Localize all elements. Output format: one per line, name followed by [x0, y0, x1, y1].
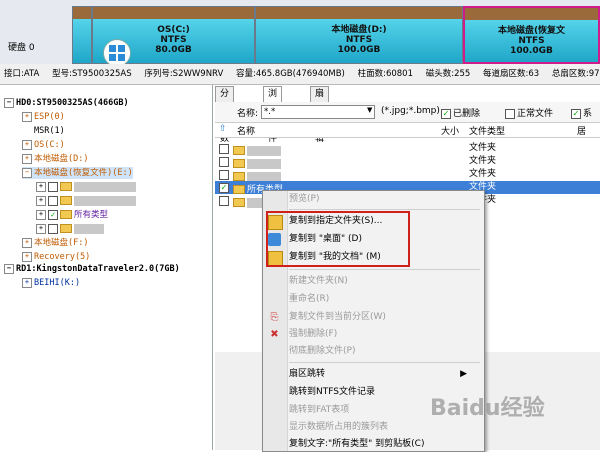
menu-jump-ntfs[interactable]: 跳转到NTFS文件记录 [289, 384, 375, 400]
watermark: Baidu经验 [430, 396, 545, 421]
tab-partition-params[interactable]: 分区参数 [215, 86, 235, 144]
copy-icon: ⎘ [270, 312, 279, 323]
menu-new-folder[interactable]: 新建文件夹(N) [289, 273, 348, 289]
tree-node-folder-3[interactable]: + [36, 223, 104, 235]
file-list-header: ⇧ 名称 大小 文件类型 居 [215, 123, 600, 138]
info-interface: 接口:ATA [4, 69, 40, 79]
partition-c-name: OS(C:) [157, 25, 190, 35]
chevron-down-icon[interactable]: ▼ [367, 106, 372, 114]
folder-icon [60, 224, 72, 233]
expand-icon[interactable]: + [22, 251, 32, 262]
tree-node-local-f[interactable]: + 本地磁盘(F:) [22, 237, 88, 249]
folder-icon [60, 210, 72, 219]
highlight-box [266, 211, 410, 267]
folder-icon [60, 182, 72, 191]
expand-icon[interactable]: + [22, 277, 32, 288]
info-heads: 磁头数:255 [425, 69, 471, 79]
info-model: 型号:ST9500325AS [52, 69, 132, 79]
menu-force-delete[interactable]: 强制删除(F) [289, 326, 337, 342]
partition-e-name: 本地磁盘(恢复文 [497, 26, 566, 36]
disk-label: 硬盘 0 [8, 43, 35, 53]
info-sectors: 每道扇区数:63 [483, 69, 540, 79]
menu-preview[interactable]: 预览(P) [289, 191, 319, 207]
tree-node-recovery[interactable]: + Recovery(5) [22, 251, 90, 263]
name-filter-input[interactable]: *.* [261, 105, 375, 119]
partition-d[interactable]: 本地磁盘(D:) NTFS 100.0GB [255, 6, 463, 64]
file-row[interactable]: 文件夹 [215, 155, 600, 169]
expand-icon[interactable]: + [22, 237, 32, 248]
tree-node-beihi[interactable]: + BEIHI(K:) [22, 277, 80, 289]
expand-icon[interactable]: + [22, 111, 32, 122]
windows-logo-icon [103, 39, 131, 67]
disk-tree: − HD0:ST9500325AS(466GB) + ESP(0) MSR(1) +… [0, 85, 213, 450]
partition-d-fs: NTFS [345, 35, 373, 45]
menu-sector-jump[interactable]: 扇区跳转 ▶ [289, 366, 475, 382]
expand-icon[interactable]: + [22, 139, 32, 150]
folder-icon [60, 196, 72, 205]
partition-e-fs: NTFS [518, 36, 545, 46]
name-filter-label: 名称: [237, 109, 259, 119]
file-row[interactable]: 文件夹 [215, 168, 600, 182]
deleted-checkbox[interactable]: ✓ 已删除 [441, 106, 480, 119]
expand-icon[interactable]: + [22, 153, 32, 164]
column-type[interactable]: 文件类型 [469, 124, 505, 137]
row-checkbox[interactable] [219, 196, 229, 206]
menu-wipe[interactable]: 彻底删除文件(P) [289, 343, 355, 359]
delete-icon: ✖ [270, 329, 279, 340]
info-capacity: 容量:465.8GB(476940MB) [236, 69, 345, 79]
partition-e-size: 100.0GB [510, 46, 553, 56]
tree-node-local-e[interactable]: − 本地磁盘(恢复文件)(E:) [22, 167, 133, 179]
tree-node-os-c[interactable]: + OS(C:) [22, 139, 65, 151]
menu-rename[interactable]: 重命名(R) [289, 291, 329, 307]
filter-hint: (*.jpg;*.bmp) [381, 106, 440, 116]
up-arrow-icon[interactable]: ⇧ [219, 124, 227, 134]
partition-c[interactable]: OS(C:) NTFS 80.0GB [92, 6, 255, 67]
normal-files-checkbox[interactable]: 正常文件 [505, 106, 553, 119]
column-extra[interactable]: 居 [577, 124, 586, 137]
partition-d-name: 本地磁盘(D:) [331, 25, 387, 35]
menu-copy-to-current[interactable]: 复制文件到当前分区(W) [289, 309, 386, 325]
row-checkbox[interactable] [219, 144, 229, 154]
folder-icon [233, 185, 245, 194]
folder-icon [233, 159, 245, 168]
file-row[interactable]: 文件夹 [215, 142, 600, 156]
info-total-sectors: 总扇区数:976 [551, 69, 600, 79]
tab-browse-files[interactable]: 浏览文件 [263, 86, 283, 144]
folder-icon [233, 172, 245, 181]
filter-bar: 名称: *.* ▼ (*.jpg;*.bmp) ✓ 已删除 正常文件 ✓ 系 [215, 102, 600, 123]
collapse-icon[interactable]: − [4, 263, 14, 274]
tab-sector-edit[interactable]: 扇区编辑 [310, 86, 330, 144]
tree-node-rd1[interactable]: − RD1:KingstonDataTraveler2.0(7GB) [4, 263, 180, 275]
disk-map-bar: 硬盘 0 OS(C:) NTFS 80.0GB 本地磁盘(D:) NTFS 10… [0, 0, 600, 67]
menu-jump-fat[interactable]: 跳转到FAT表项 [289, 402, 349, 418]
tree-node-hd0[interactable]: − HD0:ST9500325AS(466GB) [4, 97, 129, 109]
tree-node-esp[interactable]: + ESP(0) [22, 111, 65, 123]
checkbox-checked-icon[interactable]: ✓ [48, 209, 58, 220]
row-checkbox[interactable] [219, 170, 229, 180]
partition-strip: OS(C:) NTFS 80.0GB 本地磁盘(D:) NTFS 100.0GB… [72, 6, 600, 67]
partition-unlabeled[interactable] [72, 6, 92, 64]
tree-node-all-types[interactable]: + ✓ 所有类型 [36, 209, 108, 221]
folder-icon [233, 146, 245, 155]
tree-node-msr[interactable]: MSR(1) [22, 125, 65, 137]
system-files-checkbox[interactable]: ✓ 系 [571, 106, 592, 119]
disk-info-line: 接口:ATA 型号:ST9500325AS 序列号:S2WW9NRV 容量:46… [0, 64, 600, 85]
folder-icon [233, 198, 245, 207]
column-name[interactable]: 名称 [237, 124, 255, 137]
row-checkbox-checked[interactable]: ✓ [219, 183, 229, 193]
collapse-icon[interactable]: − [4, 97, 14, 108]
column-size[interactable]: 大小 [441, 124, 459, 137]
info-cylinders: 柱面数:60801 [357, 69, 413, 79]
collapse-icon[interactable]: − [22, 167, 32, 178]
tree-node-folder-1[interactable]: + [36, 181, 136, 193]
partition-e[interactable]: 本地磁盘(恢复文 NTFS 100.0GB [463, 6, 600, 64]
tree-node-local-d[interactable]: + 本地磁盘(D:) [22, 153, 88, 165]
partition-d-size: 100.0GB [337, 45, 381, 55]
submenu-arrow-icon: ▶ [460, 369, 467, 379]
tree-node-folder-2[interactable]: + [36, 195, 136, 207]
row-checkbox[interactable] [219, 157, 229, 167]
info-serial: 序列号:S2WW9NRV [144, 69, 224, 79]
menu-show-clusters[interactable]: 显示数据所占用的簇列表 [289, 419, 388, 435]
